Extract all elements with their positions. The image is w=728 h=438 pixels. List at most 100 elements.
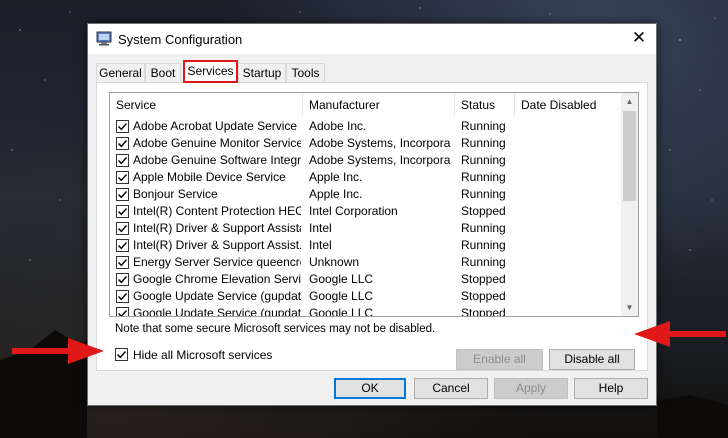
disable-all-button[interactable]: Disable all (549, 349, 635, 370)
service-manufacturer: Unknown (309, 255, 360, 269)
service-row[interactable]: Energy Server Service queencreek Unknown R… (110, 254, 622, 271)
column-header-date-disabled[interactable]: Date Disabled (515, 93, 622, 117)
service-row[interactable]: Intel(R) Content Protection HEC... Intel … (110, 203, 622, 220)
service-name: Google Update Service (gupdate) (133, 289, 301, 303)
service-status: Running (461, 119, 506, 133)
service-manufacturer: Intel (309, 238, 332, 252)
window-title: System Configuration (118, 32, 243, 47)
checkmark-icon (118, 259, 128, 267)
apply-button[interactable]: Apply (494, 378, 568, 399)
ok-button[interactable]: OK (334, 378, 406, 399)
service-checkbox[interactable] (116, 256, 129, 269)
checkmark-icon (118, 225, 128, 233)
scroll-down-icon[interactable]: ▼ (621, 299, 638, 316)
service-manufacturer: Google LLC (309, 289, 374, 303)
checkmark-icon (118, 157, 128, 165)
service-checkbox[interactable] (116, 120, 129, 133)
checkmark-icon (117, 351, 127, 359)
service-checkbox[interactable] (116, 205, 129, 218)
service-status: Stopped (461, 204, 506, 218)
service-status: Running (461, 136, 506, 150)
service-checkbox[interactable] (116, 290, 129, 303)
service-name: Energy Server Service queencreek (133, 255, 301, 269)
service-name: Adobe Acrobat Update Service (133, 119, 298, 133)
left-annotation-arrow-icon (12, 338, 104, 364)
service-status: Stopped (461, 306, 506, 317)
service-row[interactable]: Apple Mobile Device Service Apple Inc. Run… (110, 169, 622, 186)
service-row[interactable]: Intel(R) Driver & Support Assistant Intel… (110, 220, 622, 237)
service-checkbox[interactable] (116, 171, 129, 184)
service-status: Running (461, 238, 506, 252)
service-status: Running (461, 221, 506, 235)
service-checkbox[interactable] (116, 222, 129, 235)
service-name: Adobe Genuine Software Integri... (133, 153, 301, 167)
service-name: Google Update Service (gupdatem) (133, 306, 301, 317)
checkmark-icon (118, 293, 128, 301)
service-manufacturer: Adobe Systems, Incorpora... (309, 136, 451, 150)
service-checkbox[interactable] (116, 188, 129, 201)
service-manufacturer: Intel Corporation (309, 204, 398, 218)
service-manufacturer: Adobe Inc. (309, 119, 367, 133)
vertical-scrollbar[interactable]: ▲ ▼ (621, 93, 638, 316)
service-name: Intel(R) Driver & Support Assistant (133, 221, 301, 235)
enable-all-button[interactable]: Enable all (456, 349, 543, 370)
tab-startup[interactable]: Startup (238, 63, 286, 83)
service-name: Apple Mobile Device Service (133, 170, 286, 184)
service-row[interactable]: Intel(R) Driver & Support Assist... Intel… (110, 237, 622, 254)
service-manufacturer: Adobe Systems, Incorpora... (309, 153, 451, 167)
service-name: Adobe Genuine Monitor Service (133, 136, 301, 150)
service-row[interactable]: Google Update Service (gupdate) Google LL… (110, 288, 622, 305)
scroll-up-icon[interactable]: ▲ (621, 93, 638, 110)
secure-services-note: Note that some secure Microsoft services… (115, 323, 436, 335)
service-checkbox[interactable] (116, 239, 129, 252)
cancel-button[interactable]: Cancel (414, 378, 488, 399)
title-bar[interactable]: System Configuration ✕ (88, 24, 656, 54)
system-configuration-dialog: System Configuration ✕ General Boot Serv… (87, 23, 657, 406)
checkmark-icon (118, 208, 128, 216)
tab-boot[interactable]: Boot (145, 63, 181, 83)
service-manufacturer: Intel (309, 221, 332, 235)
checkmark-icon (118, 276, 128, 284)
msconfig-app-icon (96, 31, 112, 46)
service-row[interactable]: Google Update Service (gupdatem) Google L… (110, 305, 622, 317)
tab-services[interactable]: Services (183, 60, 238, 83)
services-panel: Service Manufacturer Status Date Disable… (96, 82, 648, 371)
service-row[interactable]: Bonjour Service Apple Inc. Running (110, 186, 622, 203)
hide-microsoft-services-checkbox[interactable] (115, 348, 128, 361)
close-icon[interactable]: ✕ (631, 29, 647, 46)
checkmark-icon (118, 310, 128, 316)
service-name: Google Chrome Elevation Servic... (133, 272, 301, 286)
service-status: Stopped (461, 272, 506, 286)
column-header-service[interactable]: Service (110, 93, 303, 117)
column-header-status[interactable]: Status (455, 93, 515, 117)
hide-microsoft-services-label: Hide all Microsoft services (133, 348, 273, 362)
checkmark-icon (118, 140, 128, 148)
service-status: Running (461, 255, 506, 269)
help-button[interactable]: Help (574, 378, 648, 399)
tab-tools[interactable]: Tools (286, 63, 325, 83)
checkmark-icon (118, 191, 128, 199)
tab-general[interactable]: General (96, 63, 145, 83)
service-name: Bonjour Service (133, 187, 218, 201)
service-manufacturer: Google LLC (309, 272, 374, 286)
scrollbar-thumb[interactable] (623, 111, 636, 201)
right-annotation-arrow-icon (634, 321, 726, 347)
service-row[interactable]: Adobe Genuine Monitor Service Adobe Syste… (110, 135, 622, 152)
service-status: Stopped (461, 289, 506, 303)
service-manufacturer: Apple Inc. (309, 170, 363, 184)
service-status: Running (461, 187, 506, 201)
service-row[interactable]: Adobe Genuine Software Integri... Adobe S… (110, 152, 622, 169)
service-checkbox[interactable] (116, 307, 129, 316)
checkmark-icon (118, 123, 128, 131)
service-row[interactable]: Adobe Acrobat Update Service Adobe Inc. Ru… (110, 118, 622, 135)
service-status: Running (461, 170, 506, 184)
service-checkbox[interactable] (116, 154, 129, 167)
list-header: Service Manufacturer Status Date Disable… (110, 93, 622, 117)
checkmark-icon (118, 174, 128, 182)
service-status: Running (461, 153, 506, 167)
service-manufacturer: Google LLC (309, 306, 374, 317)
service-checkbox[interactable] (116, 273, 129, 286)
column-header-manufacturer[interactable]: Manufacturer (303, 93, 455, 117)
service-checkbox[interactable] (116, 137, 129, 150)
service-row[interactable]: Google Chrome Elevation Servic... Google … (110, 271, 622, 288)
